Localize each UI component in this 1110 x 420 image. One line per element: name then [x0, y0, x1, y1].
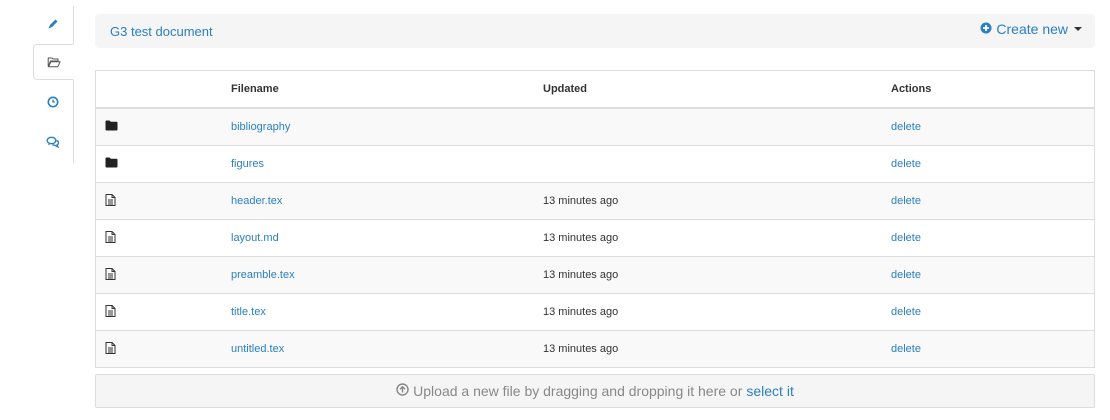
actions-cell: delete — [891, 330, 1095, 368]
table-header-row: Filename Updated Actions — [95, 70, 1095, 109]
create-new-label: Create new — [996, 21, 1068, 37]
column-header-updated: Updated — [543, 70, 891, 109]
filename-cell: header.tex — [231, 182, 543, 220]
table-row: layout.md 13 minutes ago delete — [95, 219, 1095, 257]
table-row: bibliography delete — [95, 107, 1095, 146]
row-icon-cell — [95, 182, 231, 220]
table-row: title.tex 13 minutes ago delete — [95, 293, 1095, 331]
table-row: untitled.tex 13 minutes ago delete — [95, 330, 1095, 368]
actions-cell: delete — [891, 107, 1095, 146]
file-text-icon — [105, 193, 116, 209]
folder-icon — [105, 120, 118, 134]
delete-link[interactable]: delete — [891, 158, 921, 170]
row-icon-cell — [95, 293, 231, 331]
delete-link[interactable]: delete — [891, 269, 921, 281]
document-title-link[interactable]: G3 test document — [110, 24, 213, 39]
actions-cell: delete — [891, 256, 1095, 294]
delete-link[interactable]: delete — [891, 343, 921, 355]
upload-instructions: Upload a new file by dragging and droppi… — [413, 383, 743, 399]
filename-cell: bibliography — [231, 107, 543, 146]
filename-link[interactable]: title.tex — [231, 306, 266, 318]
row-icon-cell — [95, 330, 231, 368]
comments-icon — [46, 136, 60, 148]
caret-down-icon — [1074, 27, 1082, 31]
updated-cell: 13 minutes ago — [543, 293, 891, 331]
delete-link[interactable]: delete — [891, 232, 921, 244]
filename-cell: untitled.tex — [231, 330, 543, 368]
sidebar-tabs — [33, 6, 74, 163]
actions-cell: delete — [891, 293, 1095, 331]
table-row: header.tex 13 minutes ago delete — [95, 182, 1095, 220]
filename-link[interactable]: preamble.tex — [231, 269, 295, 281]
updated-cell — [543, 145, 891, 183]
actions-cell: delete — [891, 145, 1095, 183]
filename-link[interactable]: figures — [231, 158, 264, 170]
tab-comments[interactable] — [33, 124, 73, 160]
filename-link[interactable]: header.tex — [231, 195, 282, 207]
updated-cell — [543, 107, 891, 146]
file-text-icon — [105, 267, 116, 283]
updated-cell: 13 minutes ago — [543, 219, 891, 257]
create-new-dropdown[interactable]: Create new — [980, 21, 1082, 37]
file-text-icon — [105, 230, 116, 246]
actions-cell: delete — [891, 182, 1095, 220]
row-icon-cell — [95, 145, 231, 183]
file-table: Filename Updated Actions bibliography del… — [95, 70, 1095, 368]
file-text-icon — [105, 341, 116, 357]
filename-link[interactable]: layout.md — [231, 232, 279, 244]
row-icon-cell — [95, 256, 231, 294]
file-text-icon — [105, 304, 116, 320]
select-file-link[interactable]: select it — [746, 383, 793, 399]
updated-cell: 13 minutes ago — [543, 182, 891, 220]
plus-circle-icon — [980, 21, 992, 37]
filename-link[interactable]: bibliography — [231, 121, 290, 133]
breadcrumb-bar: G3 test document Create new — [95, 14, 1095, 48]
upload-dropzone[interactable]: Upload a new file by dragging and droppi… — [95, 374, 1095, 408]
row-icon-cell — [95, 107, 231, 146]
actions-cell: delete — [891, 219, 1095, 257]
tab-history[interactable] — [33, 84, 73, 120]
filename-cell: figures — [231, 145, 543, 183]
filename-cell: title.tex — [231, 293, 543, 331]
clock-icon — [47, 96, 59, 108]
delete-link[interactable]: delete — [891, 195, 921, 207]
filename-link[interactable]: untitled.tex — [231, 343, 284, 355]
column-header-icon — [95, 70, 231, 109]
delete-link[interactable]: delete — [891, 306, 921, 318]
filename-cell: preamble.tex — [231, 256, 543, 294]
filename-cell: layout.md — [231, 219, 543, 257]
updated-cell: 13 minutes ago — [543, 256, 891, 294]
tab-edit[interactable] — [33, 6, 73, 42]
updated-cell: 13 minutes ago — [543, 330, 891, 368]
folder-open-icon — [47, 56, 61, 68]
pencil-icon — [47, 18, 59, 30]
tab-files[interactable] — [33, 44, 74, 80]
column-header-filename: Filename — [231, 70, 543, 109]
table-row: figures delete — [95, 145, 1095, 183]
table-row: preamble.tex 13 minutes ago delete — [95, 256, 1095, 294]
upload-circle-icon — [396, 383, 409, 399]
column-header-actions: Actions — [891, 70, 1095, 109]
delete-link[interactable]: delete — [891, 121, 921, 133]
row-icon-cell — [95, 219, 231, 257]
folder-icon — [105, 157, 118, 171]
